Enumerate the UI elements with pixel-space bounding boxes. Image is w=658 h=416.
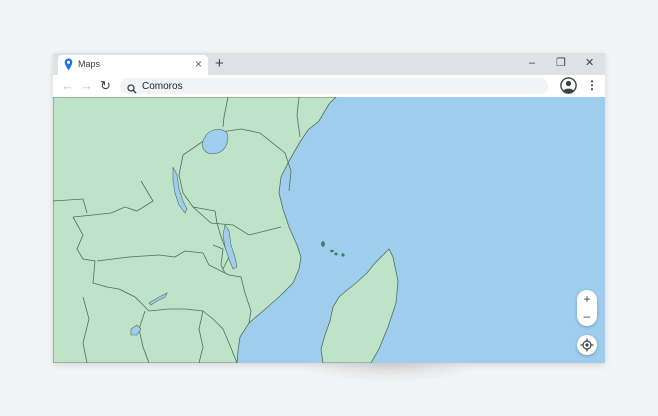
- menu-icon[interactable]: ⋮: [586, 78, 598, 92]
- restore-button[interactable]: ❐: [556, 56, 566, 70]
- zoom-control: + –: [577, 290, 597, 326]
- profile-avatar-icon[interactable]: [560, 77, 577, 99]
- tab-title: Maps: [78, 59, 101, 69]
- forward-button[interactable]: →: [80, 77, 93, 95]
- close-window-button[interactable]: ✕: [585, 56, 594, 70]
- zoom-in-button[interactable]: +: [577, 291, 597, 307]
- comoros-islands: [321, 241, 345, 257]
- address-input[interactable]: [142, 79, 532, 93]
- browser-window: Maps × + – ❐ ✕ ← → ↻ ⋮: [53, 53, 605, 363]
- map-canvas[interactable]: + –: [53, 97, 605, 363]
- tab-maps[interactable]: Maps ×: [58, 55, 208, 75]
- toolbar: ← → ↻ ⋮: [53, 75, 605, 97]
- zoom-out-button[interactable]: –: [577, 308, 597, 324]
- map-svg: [53, 97, 399, 363]
- reload-button[interactable]: ↻: [100, 77, 111, 95]
- minimize-button[interactable]: –: [529, 56, 535, 70]
- my-location-button[interactable]: [577, 335, 597, 355]
- mainland-africa: [53, 97, 337, 363]
- map-pin-icon: [64, 58, 73, 76]
- crosshair-icon: [580, 338, 594, 352]
- address-bar[interactable]: [120, 78, 548, 94]
- close-tab-icon[interactable]: ×: [195, 57, 202, 71]
- back-button[interactable]: ←: [61, 77, 74, 95]
- madagascar: [320, 248, 399, 363]
- new-tab-button[interactable]: +: [215, 55, 224, 73]
- tab-bar: Maps × + – ❐ ✕: [53, 53, 605, 75]
